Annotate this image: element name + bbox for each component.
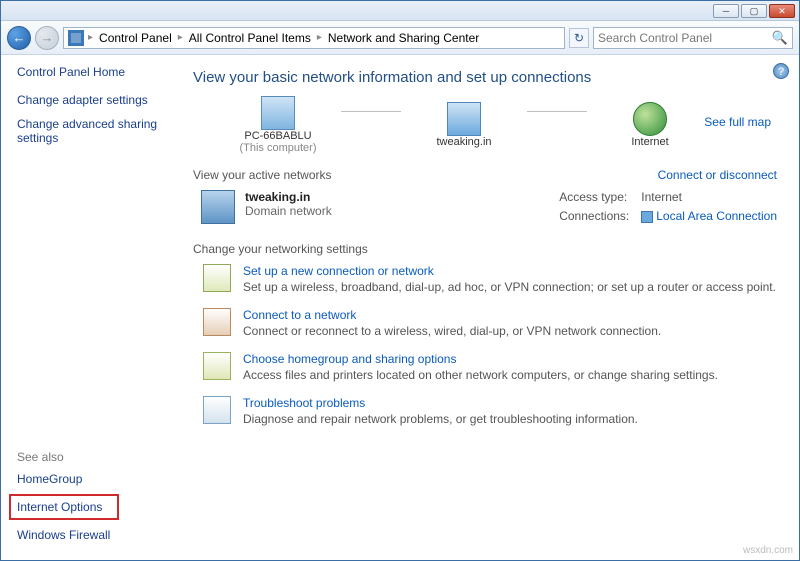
search-input[interactable]: Search Control Panel 🔍 — [593, 27, 793, 49]
control-panel-icon — [68, 30, 84, 46]
back-button[interactable]: ← — [7, 26, 31, 50]
change-adapter-settings-link[interactable]: Change adapter settings — [17, 93, 167, 107]
map-internet: Internet — [595, 102, 705, 148]
change-settings-heading: Change your networking settings — [193, 242, 777, 256]
connections-label: Connections: — [559, 209, 629, 224]
connect-network-desc: Connect or reconnect to a wireless, wire… — [243, 324, 661, 338]
connect-network-link[interactable]: Connect to a network — [243, 308, 661, 322]
map-connector — [527, 111, 587, 112]
setup-connection-desc: Set up a wireless, broadband, dial-up, a… — [243, 280, 776, 294]
active-network-type: Domain network — [245, 204, 332, 218]
map-this-computer: PC-66BABLU (This computer) — [223, 96, 333, 154]
domain-network-icon — [201, 190, 235, 224]
connect-network-icon — [203, 308, 231, 336]
option-troubleshoot: Troubleshoot problems Diagnose and repai… — [203, 396, 777, 426]
chevron-right-icon: ▸ — [88, 32, 93, 43]
control-panel-home-link[interactable]: Control Panel Home — [17, 65, 167, 79]
chevron-right-icon: ▸ — [317, 32, 322, 43]
option-connect-network: Connect to a network Connect or reconnec… — [203, 308, 777, 338]
internet-options-link[interactable]: Internet Options — [9, 494, 119, 520]
computer-icon — [261, 96, 295, 130]
map-router: tweaking.in — [409, 102, 519, 148]
connect-disconnect-link[interactable]: Connect or disconnect — [658, 168, 777, 182]
setup-connection-icon — [203, 264, 231, 292]
address-bar[interactable]: ▸ Control Panel ▸ All Control Panel Item… — [63, 27, 565, 49]
breadcrumb-leaf[interactable]: Network and Sharing Center — [326, 31, 481, 45]
access-type-value: Internet — [641, 190, 777, 205]
breadcrumb-mid[interactable]: All Control Panel Items — [187, 31, 313, 45]
navbar: ← → ▸ Control Panel ▸ All Control Panel … — [1, 21, 799, 55]
active-networks-header: View your active networks Connect or dis… — [193, 168, 777, 182]
homegroup-icon — [203, 352, 231, 380]
network-adapter-icon — [641, 211, 653, 223]
see-full-map-link[interactable]: See full map — [704, 115, 771, 129]
active-network-row: tweaking.in Domain network Access type: … — [201, 190, 777, 224]
maximize-button[interactable]: ▢ — [741, 4, 767, 18]
windows-firewall-link[interactable]: Windows Firewall — [17, 528, 167, 542]
active-networks-label: View your active networks — [193, 168, 332, 182]
active-network-info: tweaking.in Domain network — [245, 190, 332, 224]
map-pc-name: PC-66BABLU — [244, 130, 311, 142]
refresh-button[interactable]: ↻ — [569, 28, 589, 48]
map-pc-sub: (This computer) — [239, 142, 316, 154]
body: Control Panel Home Change adapter settin… — [1, 55, 799, 560]
option-homegroup: Choose homegroup and sharing options Acc… — [203, 352, 777, 382]
page-title: View your basic network information and … — [193, 69, 777, 86]
control-panel-window: ─ ▢ ✕ ← → ▸ Control Panel ▸ All Control … — [0, 0, 800, 561]
breadcrumb-root[interactable]: Control Panel — [97, 31, 174, 45]
troubleshoot-desc: Diagnose and repair network problems, or… — [243, 412, 638, 426]
homegroup-options-link[interactable]: Choose homegroup and sharing options — [243, 352, 718, 366]
minimize-button[interactable]: ─ — [713, 4, 739, 18]
search-placeholder: Search Control Panel — [598, 31, 712, 45]
titlebar: ─ ▢ ✕ — [1, 1, 799, 21]
troubleshoot-link[interactable]: Troubleshoot problems — [243, 396, 638, 410]
map-router-name: tweaking.in — [436, 136, 491, 148]
map-internet-label: Internet — [631, 136, 668, 148]
globe-icon — [633, 102, 667, 136]
watermark: wsxdn.com — [743, 545, 793, 556]
change-advanced-sharing-link[interactable]: Change advanced sharing settings — [17, 117, 167, 145]
close-button[interactable]: ✕ — [769, 4, 795, 18]
connection-name: Local Area Connection — [656, 209, 777, 223]
connection-details: Access type: Internet Connections: Local… — [559, 190, 777, 224]
content-area: ? View your basic network information an… — [181, 55, 799, 560]
map-connector — [341, 111, 401, 112]
local-area-connection-link[interactable]: Local Area Connection — [641, 209, 777, 224]
access-type-label: Access type: — [559, 190, 629, 205]
troubleshoot-icon — [203, 396, 231, 424]
option-setup-connection: Set up a new connection or network Set u… — [203, 264, 777, 294]
server-icon — [447, 102, 481, 136]
sidebar: Control Panel Home Change adapter settin… — [1, 55, 181, 560]
network-map: PC-66BABLU (This computer) tweaking.in I… — [223, 96, 777, 154]
see-also-heading: See also — [17, 450, 167, 464]
homegroup-link[interactable]: HomeGroup — [17, 472, 167, 486]
homegroup-desc: Access files and printers located on oth… — [243, 368, 718, 382]
help-icon[interactable]: ? — [773, 63, 789, 79]
search-icon[interactable]: 🔍 — [772, 30, 788, 46]
forward-button[interactable]: → — [35, 26, 59, 50]
active-network-name: tweaking.in — [245, 190, 310, 204]
setup-connection-link[interactable]: Set up a new connection or network — [243, 264, 776, 278]
chevron-right-icon: ▸ — [178, 32, 183, 43]
